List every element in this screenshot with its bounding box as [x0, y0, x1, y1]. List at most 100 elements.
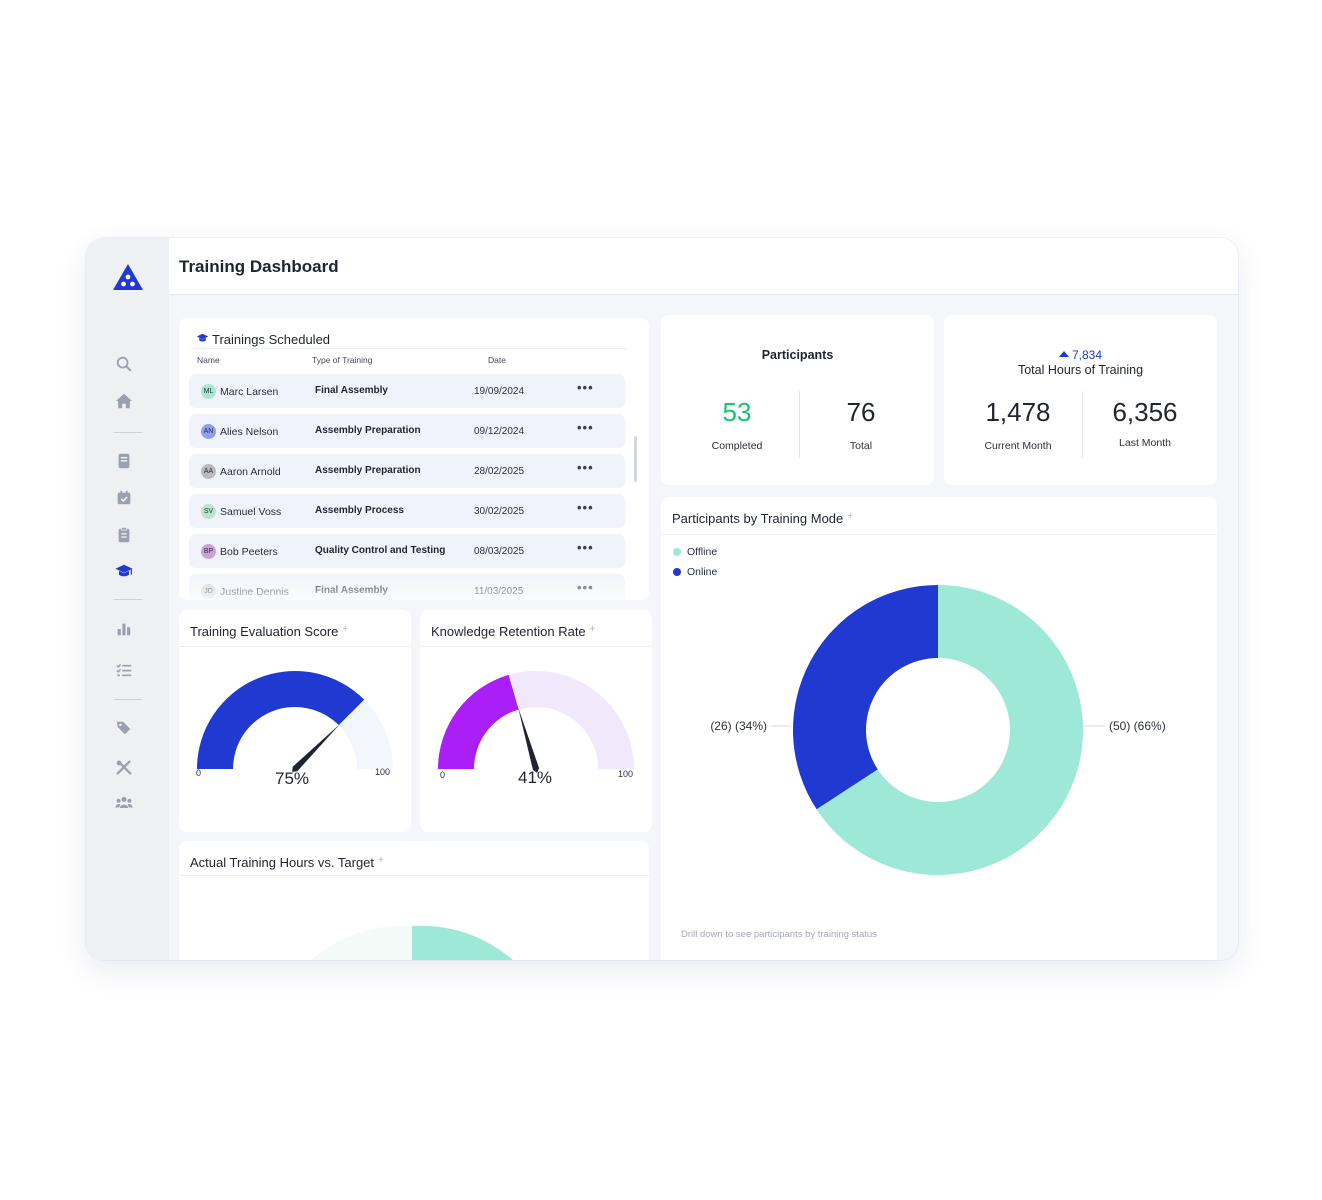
sidebar-divider	[114, 432, 142, 433]
home-icon[interactable]	[114, 391, 134, 411]
row-date: 30/02/2025	[474, 506, 525, 517]
evaluation-title-text: Training Evaluation Score	[190, 624, 339, 639]
donut-data-label-offline: (50) (66%)	[1109, 719, 1166, 733]
avatar: BP	[201, 544, 216, 559]
bar-chart-icon[interactable]	[114, 619, 134, 639]
table-scrollbar[interactable]	[634, 436, 637, 482]
row-name: Alies Nelson	[220, 426, 279, 438]
graduation-cap-icon[interactable]	[114, 561, 134, 581]
actual-hours-achieved	[412, 925, 513, 960]
book-icon[interactable]	[114, 451, 134, 471]
table-row[interactable]: AN Alies Nelson Assembly Preparation 09/12/…	[189, 414, 625, 448]
more-options-icon[interactable]: •••	[577, 380, 594, 395]
actual-hours-card: Actual Training Hours vs. Target +	[179, 841, 649, 960]
row-date: 19/09/2024	[474, 386, 525, 397]
gauge-remaining-arc	[508, 671, 634, 769]
expand-icon[interactable]: +	[847, 511, 853, 522]
completed-label: Completed	[711, 440, 763, 452]
retention-rate-card: Knowledge Retention Rate + 0 100 41%	[420, 610, 652, 832]
trainings-scheduled-card: Trainings Scheduled Name Type of Trainin…	[179, 318, 649, 600]
table-row[interactable]: ML Marc Larsen Final Assembly 19/09/2024 •••	[189, 374, 625, 408]
retention-title: Knowledge Retention Rate +	[431, 624, 596, 639]
row-type: Assembly Preparation	[315, 425, 421, 436]
training-mode-title-text: Participants by Training Mode	[672, 511, 844, 526]
calendar-icon[interactable]	[114, 488, 134, 508]
sidebar-divider	[114, 599, 142, 600]
donut-slice-online	[793, 585, 938, 810]
avatar: SV	[201, 504, 216, 519]
more-options-icon[interactable]: •••	[577, 460, 594, 475]
row-date: 09/12/2024	[474, 426, 525, 437]
row-name: Samuel Voss	[220, 506, 282, 518]
checklist-icon[interactable]	[114, 660, 134, 680]
page-title: Training Dashboard	[179, 257, 339, 276]
trainings-scheduled-title: Trainings Scheduled	[196, 332, 330, 347]
evaluation-gauge	[197, 671, 393, 772]
current-month-label: Current Month	[984, 440, 1052, 452]
training-mode-card: Participants by Training Mode + Offline O…	[661, 497, 1217, 960]
participants-title: Participants	[761, 348, 834, 362]
table-row[interactable]: AA Aaron Arnold Assembly Preparation 28/02/…	[189, 454, 625, 488]
gauge-max-label: 100	[618, 769, 634, 779]
expand-icon[interactable]: +	[342, 624, 348, 635]
more-options-icon[interactable]: •••	[577, 420, 594, 435]
gauge-min-label: 0	[196, 768, 202, 778]
last-month-value: 6,356	[1112, 397, 1178, 427]
row-name: Marc Larsen	[220, 386, 279, 398]
expand-icon[interactable]: +	[378, 855, 384, 866]
more-options-icon[interactable]: •••	[577, 500, 594, 515]
top-bar: Training Dashboard	[169, 238, 1238, 295]
actual-hours-remaining	[311, 925, 412, 960]
row-type: Final Assembly	[315, 385, 388, 396]
actual-hours-title: Actual Training Hours vs. Target +	[190, 855, 384, 870]
gauge-needle	[292, 723, 341, 772]
graduation-cap-icon	[196, 332, 209, 347]
completed-value: 53	[722, 397, 752, 427]
avatar: ML	[201, 384, 216, 399]
hours-trend: 7,834	[944, 348, 1217, 362]
table-row[interactable]: BP Bob Peeters Quality Control and Testing…	[189, 534, 625, 568]
retention-gauge	[438, 671, 634, 773]
hours-divider	[1082, 391, 1083, 458]
tools-icon[interactable]	[114, 758, 134, 778]
retention-title-text: Knowledge Retention Rate	[431, 624, 586, 639]
row-name: Bob Peeters	[220, 546, 278, 558]
avatar: AN	[201, 424, 216, 439]
app-logo[interactable]	[111, 262, 145, 292]
total-value: 76	[846, 397, 876, 427]
avatar: AA	[201, 464, 216, 479]
gauge-value-arc	[438, 674, 519, 769]
row-date: 08/03/2025	[474, 546, 525, 557]
last-month-label: Last Month	[1119, 437, 1171, 449]
evaluation-score-card: Training Evaluation Score + 0 100 75%	[179, 610, 411, 832]
clipboard-icon[interactable]	[114, 525, 134, 545]
expand-icon[interactable]: +	[590, 624, 596, 635]
evaluation-value: 75%	[275, 769, 310, 788]
training-mode-donut-chart: (50) (66%) (26) (34%)	[710, 585, 1166, 875]
trainings-title-text: Trainings Scheduled	[212, 332, 331, 347]
donut-data-label-online: (26) (34%)	[710, 719, 767, 733]
evaluation-title: Training Evaluation Score +	[190, 624, 348, 639]
retention-value: 41%	[518, 768, 553, 787]
gauge-max-label: 100	[375, 767, 391, 777]
more-options-icon[interactable]: •••	[577, 540, 594, 555]
row-name: Aaron Arnold	[220, 466, 281, 478]
table-row[interactable]: SV Samuel Voss Assembly Process 30/02/2025 •…	[189, 494, 625, 528]
actual-hours-chart	[311, 925, 513, 960]
drilldown-footnote: Drill down to see participants by traini…	[681, 929, 877, 940]
sidebar	[86, 238, 169, 960]
app-window: Training Dashboard Trainings Scheduled N…	[86, 238, 1238, 960]
table-fade	[179, 572, 649, 600]
hours-title: Total Hours of Training	[1017, 363, 1144, 377]
training-mode-title: Participants by Training Mode +	[672, 511, 853, 526]
column-header-type[interactable]: Type of Training	[312, 355, 372, 365]
tags-icon[interactable]	[114, 718, 134, 738]
search-icon[interactable]	[114, 354, 134, 374]
column-header-name[interactable]: Name	[197, 355, 220, 365]
column-header-date[interactable]: Date	[488, 355, 506, 365]
users-icon[interactable]	[114, 793, 134, 813]
card-divider	[661, 534, 1217, 535]
sidebar-divider	[114, 699, 142, 700]
table-header-divider	[191, 348, 627, 349]
arrow-up-icon	[1058, 351, 1069, 357]
